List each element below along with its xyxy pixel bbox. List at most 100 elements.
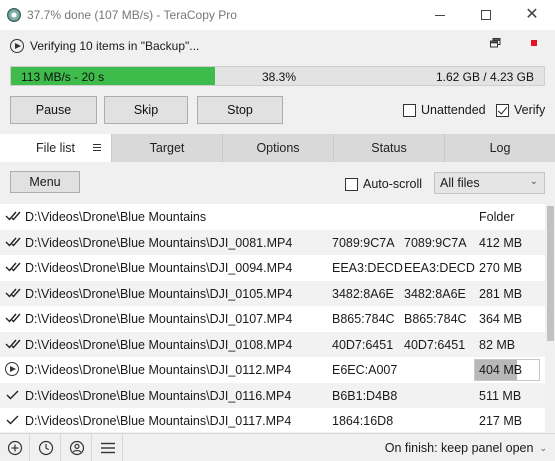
tab-status[interactable]: Status xyxy=(334,134,445,162)
tab-log[interactable]: Log xyxy=(445,134,555,162)
autoscroll-label: Auto-scroll xyxy=(363,177,423,191)
tab-file-list-label: File list xyxy=(36,141,75,155)
file-row[interactable]: D:\Videos\Drone\Blue Mountains Folder xyxy=(0,204,545,230)
history-button[interactable] xyxy=(31,434,61,461)
double-check-icon xyxy=(5,287,21,301)
double-check-icon xyxy=(5,261,21,275)
file-filter-select[interactable]: All files ⌄ xyxy=(434,172,545,194)
minimize-button[interactable] xyxy=(417,0,463,30)
source-checksum: 3482:8A6E xyxy=(332,286,394,301)
target-checksum: B865:784C xyxy=(404,312,467,326)
teracopy-app-icon xyxy=(7,8,21,22)
status-line: Verifying 10 items in "Backup"... xyxy=(10,39,199,53)
file-progress-bar: 404 MB xyxy=(474,359,540,381)
source-checksum: E6EC:A007 xyxy=(332,363,398,377)
close-button[interactable]: ✕ xyxy=(509,0,555,30)
account-button[interactable] xyxy=(62,434,92,461)
autoscroll-checkbox[interactable]: Auto-scroll xyxy=(345,177,422,191)
file-row[interactable]: D:\Videos\Drone\Blue Mountains\DJI_0108.… xyxy=(0,331,545,357)
target-checksum: EEA3:DECD xyxy=(404,261,475,275)
minimize-icon xyxy=(435,14,445,16)
file-size: Folder xyxy=(479,210,515,224)
tab-target[interactable]: Target xyxy=(112,134,223,162)
file-list: D:\Videos\Drone\Blue Mountains Folder D:\V… xyxy=(0,204,545,432)
file-filter-value: All files xyxy=(440,176,480,190)
main-menu-button[interactable] xyxy=(93,434,123,461)
double-check-icon xyxy=(5,338,21,352)
double-check-icon xyxy=(5,312,21,326)
tab-options-label: Options xyxy=(256,141,300,155)
unattended-label: Unattended xyxy=(421,103,486,117)
file-size: 281 MB xyxy=(479,286,523,301)
overall-progress-bar: 113 MB/s - 20 s 38.3% 1.62 GB / 4.23 GB xyxy=(10,66,545,86)
hamburger-icon[interactable] xyxy=(93,144,101,153)
file-size: 364 MB xyxy=(479,312,523,326)
tab-status-label: Status xyxy=(371,141,407,155)
file-row[interactable]: D:\Videos\Drone\Blue Mountains\DJI_0105.… xyxy=(0,280,545,306)
file-row[interactable]: D:\Videos\Drone\Blue Mountains\DJI_0107.… xyxy=(0,306,545,332)
tab-file-list[interactable]: File list xyxy=(0,134,112,162)
add-files-button[interactable] xyxy=(0,434,30,461)
source-checksum: EEA3:DECD xyxy=(332,261,403,275)
target-checksum: 7089:9C7A xyxy=(404,235,467,250)
pause-button[interactable]: Pause xyxy=(10,96,97,124)
file-row[interactable]: D:\Videos\Drone\Blue Mountains\DJI_0116.… xyxy=(0,382,545,408)
status-text: Verifying 10 items in "Backup"... xyxy=(30,39,200,53)
source-checksum: 7089:9C7A xyxy=(332,235,395,250)
verify-checkbox[interactable]: Verify xyxy=(496,103,545,117)
on-finish-dropdown[interactable]: On finish: keep panel open ⌄ xyxy=(385,441,547,455)
verify-label: Verify xyxy=(514,103,546,117)
play-circle-icon xyxy=(10,39,24,53)
file-size: 270 MB xyxy=(479,261,523,275)
unattended-checkbox[interactable]: Unattended xyxy=(403,103,486,117)
file-row[interactable]: D:\Videos\Drone\Blue Mountains\DJI_0112.… xyxy=(0,357,545,383)
verify-checkbox-box[interactable] xyxy=(496,103,509,117)
file-size: 412 MB xyxy=(479,235,523,250)
chevron-down-icon: ⌄ xyxy=(539,442,547,453)
autoscroll-checkbox-box[interactable] xyxy=(345,177,358,191)
window-title: 37.7% done (107 MB/s) - TeraCopy Pro xyxy=(27,8,237,22)
file-row[interactable]: D:\Videos\Drone\Blue Mountains\DJI_0094.… xyxy=(0,255,545,281)
progress-size: 1.62 GB / 4.23 GB xyxy=(435,70,534,84)
maximize-button[interactable] xyxy=(463,0,509,30)
file-path: D:\Videos\Drone\Blue Mountains\DJI_0094.… xyxy=(25,261,293,275)
file-path: D:\Videos\Drone\Blue Mountains\DJI_0112.… xyxy=(25,363,292,377)
file-row[interactable]: D:\Videos\Drone\Blue Mountains\DJI_0081.… xyxy=(0,229,545,255)
tab-log-label: Log xyxy=(489,141,511,155)
vertical-scrollbar[interactable] xyxy=(545,204,555,432)
on-finish-label: On finish: keep panel open xyxy=(384,441,534,455)
check-icon xyxy=(5,414,21,428)
plus-circle-icon xyxy=(7,440,22,456)
progress-percent: 38.3% xyxy=(262,70,297,84)
file-list-toolbar: Menu Auto-scroll All files ⌄ xyxy=(0,163,555,203)
file-path: D:\Videos\Drone\Blue Mountains\DJI_0108.… xyxy=(25,337,293,352)
file-path: D:\Videos\Drone\Blue Mountains xyxy=(25,210,207,224)
file-size: 404 MB xyxy=(479,363,523,377)
unattended-checkbox-box[interactable] xyxy=(403,103,416,117)
scrollbar-thumb[interactable] xyxy=(547,206,554,341)
stop-square-icon xyxy=(531,40,537,46)
maximize-icon xyxy=(481,10,491,20)
play-circle-icon xyxy=(5,362,19,376)
copy-header: Verifying 10 items in "Backup"... 113 MB… xyxy=(0,30,555,132)
target-checksum: 40D7:6451 xyxy=(404,337,466,352)
file-row[interactable]: D:\Videos\Drone\Blue Mountains\DJI_0117.… xyxy=(0,408,545,432)
skip-button[interactable]: Skip xyxy=(104,96,188,124)
check-icon xyxy=(5,389,21,403)
stop-button[interactable]: Stop xyxy=(197,96,283,124)
restore-layout-button[interactable] xyxy=(480,33,510,53)
file-path: D:\Videos\Drone\Blue Mountains\DJI_0107.… xyxy=(25,312,293,326)
file-path: D:\Videos\Drone\Blue Mountains\DJI_0105.… xyxy=(25,286,293,301)
target-checksum: 3482:8A6E xyxy=(404,286,466,301)
progress-speed: 113 MB/s - 20 s xyxy=(21,70,105,84)
title-bar: 37.7% done (107 MB/s) - TeraCopy Pro ✕ xyxy=(0,0,555,30)
menu-button[interactable]: Menu xyxy=(10,171,80,193)
window-controls: ✕ xyxy=(417,0,555,30)
file-path: D:\Videos\Drone\Blue Mountains\DJI_0081.… xyxy=(25,235,293,250)
close-icon: ✕ xyxy=(525,6,539,23)
file-size: 511 MB xyxy=(479,388,522,403)
stop-all-button[interactable] xyxy=(519,33,549,53)
status-bar: On finish: keep panel open ⌄ xyxy=(0,433,555,461)
file-size: 82 MB xyxy=(479,337,516,352)
tab-options[interactable]: Options xyxy=(223,134,334,162)
